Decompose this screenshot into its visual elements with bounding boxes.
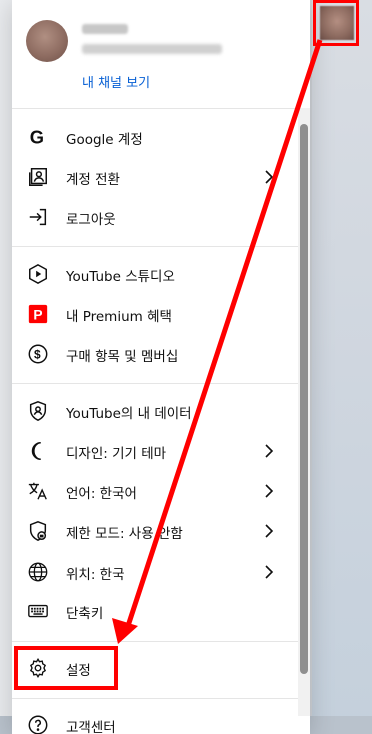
annotation-arrow bbox=[112, 39, 323, 644]
